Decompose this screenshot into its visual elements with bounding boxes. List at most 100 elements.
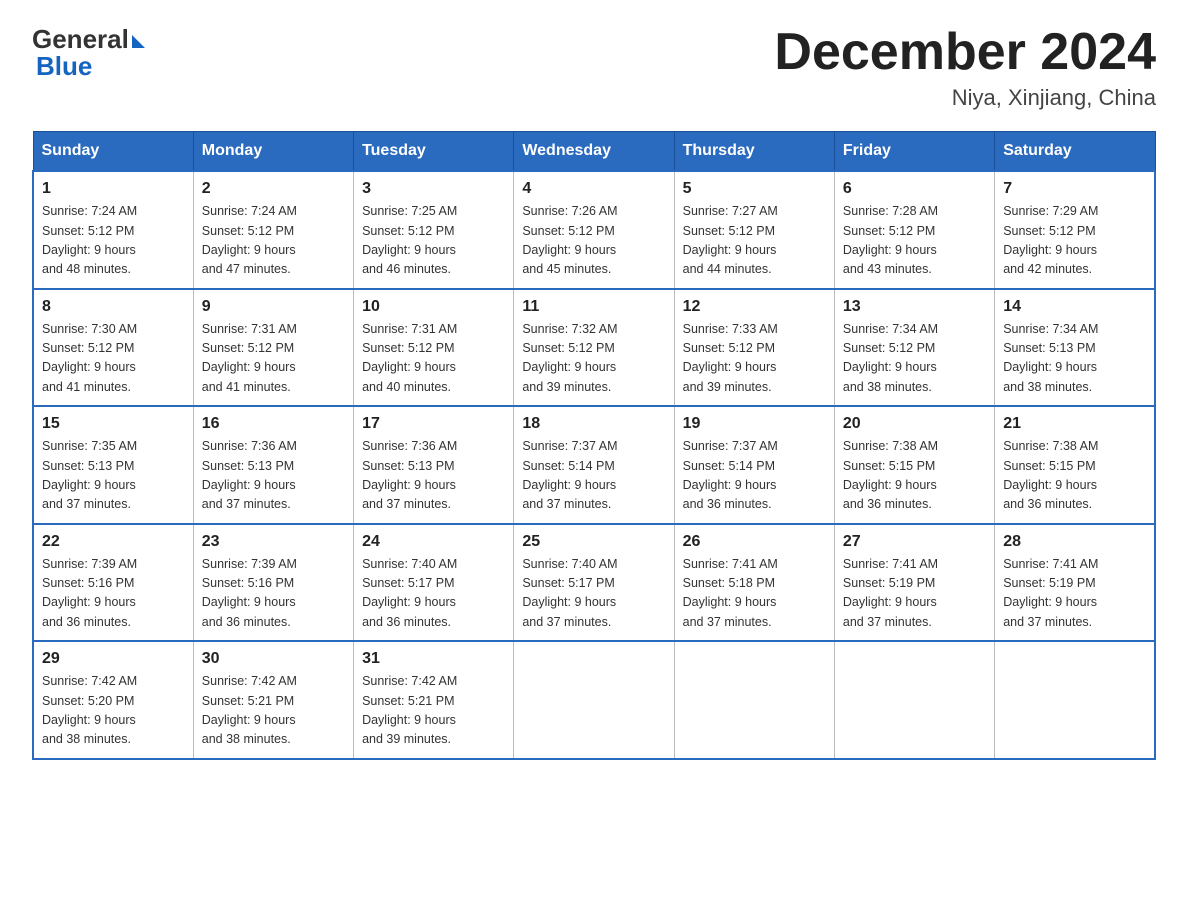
calendar-cell: 20 Sunrise: 7:38 AMSunset: 5:15 PMDayligh…	[834, 406, 994, 524]
header-friday: Friday	[834, 132, 994, 172]
day-info: Sunrise: 7:29 AMSunset: 5:12 PMDaylight:…	[1003, 202, 1146, 280]
week-row-3: 15 Sunrise: 7:35 AMSunset: 5:13 PMDayligh…	[33, 406, 1155, 524]
day-info: Sunrise: 7:41 AMSunset: 5:19 PMDaylight:…	[843, 555, 986, 633]
header-tuesday: Tuesday	[354, 132, 514, 172]
day-info: Sunrise: 7:24 AMSunset: 5:12 PMDaylight:…	[202, 202, 345, 280]
header-sunday: Sunday	[33, 132, 193, 172]
calendar-cell: 21Sunrise: 7:38 AMSunset: 5:15 PMDayligh…	[995, 406, 1155, 524]
logo-blue-text: Blue	[32, 51, 145, 82]
day-info: Sunrise: 7:36 AMSunset: 5:13 PMDaylight:…	[202, 437, 345, 515]
calendar-cell: 16 Sunrise: 7:36 AMSunset: 5:13 PMDayligh…	[193, 406, 353, 524]
calendar-cell: 18 Sunrise: 7:37 AMSunset: 5:14 PMDayligh…	[514, 406, 674, 524]
day-number: 30	[202, 650, 345, 668]
calendar-cell: 6 Sunrise: 7:28 AMSunset: 5:12 PMDaylight…	[834, 171, 994, 289]
page-header: General Blue December 2024 Niya, Xinjian…	[32, 24, 1156, 111]
day-number: 16	[202, 415, 345, 433]
calendar-title: December 2024	[774, 24, 1156, 81]
day-info: Sunrise: 7:42 AMSunset: 5:21 PMDaylight:…	[202, 672, 345, 750]
calendar-cell: 4Sunrise: 7:26 AMSunset: 5:12 PMDaylight…	[514, 171, 674, 289]
day-number: 8	[42, 298, 185, 316]
day-info: Sunrise: 7:28 AMSunset: 5:12 PMDaylight:…	[843, 202, 986, 280]
day-info: Sunrise: 7:32 AMSunset: 5:12 PMDaylight:…	[522, 320, 665, 398]
day-info: Sunrise: 7:31 AMSunset: 5:12 PMDaylight:…	[202, 320, 345, 398]
calendar-cell: 7 Sunrise: 7:29 AMSunset: 5:12 PMDaylight…	[995, 171, 1155, 289]
calendar-cell: 5 Sunrise: 7:27 AMSunset: 5:12 PMDaylight…	[674, 171, 834, 289]
day-info: Sunrise: 7:37 AMSunset: 5:14 PMDaylight:…	[522, 437, 665, 515]
calendar-cell: 28Sunrise: 7:41 AMSunset: 5:19 PMDayligh…	[995, 524, 1155, 642]
day-number: 6	[843, 180, 986, 198]
day-info: Sunrise: 7:35 AMSunset: 5:13 PMDaylight:…	[42, 437, 185, 515]
calendar-table: SundayMondayTuesdayWednesdayThursdayFrid…	[32, 131, 1156, 760]
day-info: Sunrise: 7:37 AMSunset: 5:14 PMDaylight:…	[683, 437, 826, 515]
calendar-header-row: SundayMondayTuesdayWednesdayThursdayFrid…	[33, 132, 1155, 172]
calendar-cell: 27 Sunrise: 7:41 AMSunset: 5:19 PMDayligh…	[834, 524, 994, 642]
day-number: 20	[843, 415, 986, 433]
day-number: 21	[1003, 415, 1146, 433]
day-number: 10	[362, 298, 505, 316]
calendar-cell	[674, 641, 834, 759]
day-number: 27	[843, 533, 986, 551]
day-info: Sunrise: 7:30 AMSunset: 5:12 PMDaylight:…	[42, 320, 185, 398]
calendar-cell: 1 Sunrise: 7:24 AMSunset: 5:12 PMDaylight…	[33, 171, 193, 289]
calendar-cell: 2 Sunrise: 7:24 AMSunset: 5:12 PMDaylight…	[193, 171, 353, 289]
logo: General Blue	[32, 24, 145, 82]
day-number: 3	[362, 180, 505, 198]
day-number: 1	[42, 180, 185, 198]
day-info: Sunrise: 7:27 AMSunset: 5:12 PMDaylight:…	[683, 202, 826, 280]
day-number: 5	[683, 180, 826, 198]
day-number: 9	[202, 298, 345, 316]
calendar-cell: 8 Sunrise: 7:30 AMSunset: 5:12 PMDaylight…	[33, 289, 193, 407]
calendar-cell: 29 Sunrise: 7:42 AMSunset: 5:20 PMDayligh…	[33, 641, 193, 759]
day-number: 13	[843, 298, 986, 316]
day-number: 26	[683, 533, 826, 551]
day-number: 23	[202, 533, 345, 551]
calendar-cell: 15 Sunrise: 7:35 AMSunset: 5:13 PMDayligh…	[33, 406, 193, 524]
day-info: Sunrise: 7:40 AMSunset: 5:17 PMDaylight:…	[362, 555, 505, 633]
calendar-cell: 24 Sunrise: 7:40 AMSunset: 5:17 PMDayligh…	[354, 524, 514, 642]
calendar-cell: 22 Sunrise: 7:39 AMSunset: 5:16 PMDayligh…	[33, 524, 193, 642]
header-thursday: Thursday	[674, 132, 834, 172]
calendar-cell: 12Sunrise: 7:33 AMSunset: 5:12 PMDayligh…	[674, 289, 834, 407]
header-wednesday: Wednesday	[514, 132, 674, 172]
calendar-cell	[995, 641, 1155, 759]
day-info: Sunrise: 7:42 AMSunset: 5:20 PMDaylight:…	[42, 672, 185, 750]
day-info: Sunrise: 7:26 AMSunset: 5:12 PMDaylight:…	[522, 202, 665, 280]
day-info: Sunrise: 7:31 AMSunset: 5:12 PMDaylight:…	[362, 320, 505, 398]
calendar-cell: 11 Sunrise: 7:32 AMSunset: 5:12 PMDayligh…	[514, 289, 674, 407]
logo-triangle-icon	[132, 35, 145, 48]
day-info: Sunrise: 7:24 AMSunset: 5:12 PMDaylight:…	[42, 202, 185, 280]
day-number: 2	[202, 180, 345, 198]
day-number: 19	[683, 415, 826, 433]
day-number: 22	[42, 533, 185, 551]
day-info: Sunrise: 7:41 AMSunset: 5:18 PMDaylight:…	[683, 555, 826, 633]
day-number: 7	[1003, 180, 1146, 198]
calendar-cell: 17Sunrise: 7:36 AMSunset: 5:13 PMDayligh…	[354, 406, 514, 524]
calendar-cell: 26 Sunrise: 7:41 AMSunset: 5:18 PMDayligh…	[674, 524, 834, 642]
calendar-cell: 19 Sunrise: 7:37 AMSunset: 5:14 PMDayligh…	[674, 406, 834, 524]
calendar-cell: 23Sunrise: 7:39 AMSunset: 5:16 PMDayligh…	[193, 524, 353, 642]
day-info: Sunrise: 7:34 AMSunset: 5:12 PMDaylight:…	[843, 320, 986, 398]
week-row-4: 22 Sunrise: 7:39 AMSunset: 5:16 PMDayligh…	[33, 524, 1155, 642]
day-info: Sunrise: 7:39 AMSunset: 5:16 PMDaylight:…	[42, 555, 185, 633]
calendar-cell: 9 Sunrise: 7:31 AMSunset: 5:12 PMDaylight…	[193, 289, 353, 407]
day-number: 29	[42, 650, 185, 668]
calendar-cell: 30 Sunrise: 7:42 AMSunset: 5:21 PMDayligh…	[193, 641, 353, 759]
day-info: Sunrise: 7:25 AMSunset: 5:12 PMDaylight:…	[362, 202, 505, 280]
calendar-cell: 25Sunrise: 7:40 AMSunset: 5:17 PMDayligh…	[514, 524, 674, 642]
day-number: 15	[42, 415, 185, 433]
day-number: 31	[362, 650, 505, 668]
week-row-1: 1 Sunrise: 7:24 AMSunset: 5:12 PMDaylight…	[33, 171, 1155, 289]
calendar-cell	[834, 641, 994, 759]
calendar-subtitle: Niya, Xinjiang, China	[774, 85, 1156, 111]
calendar-cell: 14Sunrise: 7:34 AMSunset: 5:13 PMDayligh…	[995, 289, 1155, 407]
week-row-5: 29 Sunrise: 7:42 AMSunset: 5:20 PMDayligh…	[33, 641, 1155, 759]
day-number: 18	[522, 415, 665, 433]
day-number: 24	[362, 533, 505, 551]
day-number: 14	[1003, 298, 1146, 316]
day-number: 11	[522, 298, 665, 316]
calendar-cell: 3 Sunrise: 7:25 AMSunset: 5:12 PMDaylight…	[354, 171, 514, 289]
calendar-cell: 31 Sunrise: 7:42 AMSunset: 5:21 PMDayligh…	[354, 641, 514, 759]
day-info: Sunrise: 7:38 AMSunset: 5:15 PMDaylight:…	[843, 437, 986, 515]
day-info: Sunrise: 7:42 AMSunset: 5:21 PMDaylight:…	[362, 672, 505, 750]
day-number: 25	[522, 533, 665, 551]
